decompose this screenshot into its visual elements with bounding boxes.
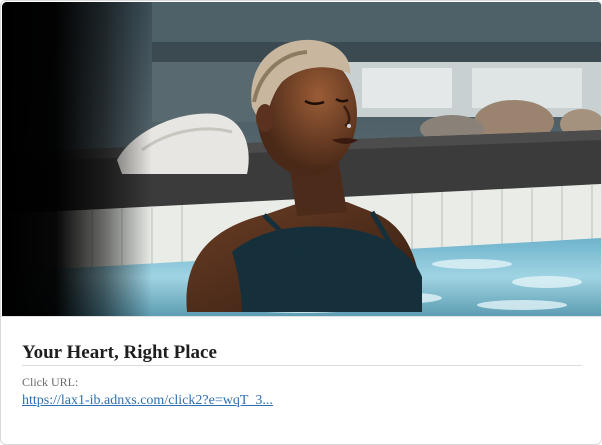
- ad-preview-card: Your Heart, Right Place Click URL: https…: [0, 0, 602, 445]
- title-divider: [22, 365, 582, 366]
- ad-title: Your Heart, Right Place: [22, 342, 217, 363]
- ad-details: Your Heart, Right Place Click URL: https…: [1, 316, 601, 444]
- click-url-label: Click URL:: [22, 375, 79, 389]
- click-url-link[interactable]: https://lax1-ib.adnxs.com/click2?e=wqT_3…: [22, 393, 273, 409]
- ad-hero-image[interactable]: [2, 2, 601, 316]
